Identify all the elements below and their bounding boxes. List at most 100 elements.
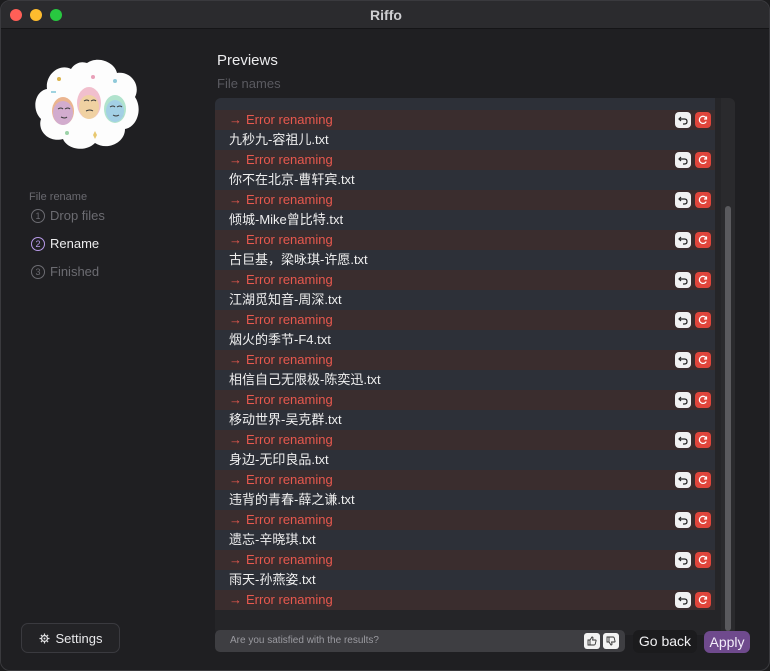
error-row: → Error renaming [215, 390, 715, 410]
arrow-right-icon: → [229, 272, 242, 287]
file-name-row: 遗忘-辛晓琪.txt [215, 530, 715, 550]
retry-icon[interactable] [695, 152, 711, 168]
error-text: Error renaming [246, 112, 333, 127]
undo-icon[interactable] [675, 432, 691, 448]
retry-icon[interactable] [695, 352, 711, 368]
file-name-row: 违背的青春-薛之谦.txt [215, 490, 715, 510]
arrow-right-icon: → [229, 552, 242, 567]
error-row: → Error renaming [215, 310, 715, 330]
retry-icon[interactable] [695, 512, 711, 528]
scrollbar[interactable] [721, 98, 735, 635]
arrow-right-icon: → [229, 232, 242, 247]
error-row: → Error renaming [215, 270, 715, 290]
retry-icon[interactable] [695, 312, 711, 328]
undo-icon[interactable] [675, 192, 691, 208]
retry-icon[interactable] [695, 192, 711, 208]
window-title: Riffo [370, 7, 402, 23]
arrow-right-icon: → [229, 112, 242, 127]
undo-icon[interactable] [675, 232, 691, 248]
error-text: Error renaming [246, 592, 333, 607]
error-text: Error renaming [246, 352, 333, 367]
undo-icon[interactable] [675, 592, 691, 608]
arrow-right-icon: → [229, 512, 242, 527]
undo-icon[interactable] [675, 312, 691, 328]
retry-icon[interactable] [695, 112, 711, 128]
preview-list-content: → Error renaming 九秒九-容祖儿.txt → Error renamin… [215, 98, 715, 610]
feedback-bar: Are you satisfied with the results? [215, 630, 625, 652]
undo-icon[interactable] [675, 152, 691, 168]
main-panel: Previews File names → Error renaming 九秒九-容… [201, 30, 769, 670]
thumbs-down-icon[interactable] [603, 633, 619, 649]
error-row: → Error renaming [215, 150, 715, 170]
go-back-button[interactable]: Go back [633, 630, 697, 653]
file-name-row: 你不在北京-曹轩宾.txt [215, 170, 715, 190]
step-label: Finished [50, 264, 100, 279]
retry-icon[interactable] [695, 552, 711, 568]
step-rename[interactable]: 2 Rename [31, 236, 99, 251]
retry-icon[interactable] [695, 392, 711, 408]
undo-icon[interactable] [675, 392, 691, 408]
error-text: Error renaming [246, 152, 333, 167]
step-drop-files[interactable]: 1 Drop files [31, 208, 105, 223]
error-text: Error renaming [246, 232, 333, 247]
app-logo [35, 59, 139, 149]
retry-icon[interactable] [695, 272, 711, 288]
step-number: 2 [31, 236, 45, 251]
undo-icon[interactable] [675, 352, 691, 368]
file-name-row: 九秒九-容祖儿.txt [215, 130, 715, 150]
step-finished[interactable]: 3 Finished [31, 264, 99, 279]
error-row: → Error renaming [215, 510, 715, 530]
undo-icon[interactable] [675, 472, 691, 488]
error-row: → Error renaming [215, 470, 715, 490]
error-text: Error renaming [246, 432, 333, 447]
undo-icon[interactable] [675, 112, 691, 128]
apply-button[interactable]: Apply [704, 631, 750, 653]
step-label: Drop files [50, 208, 105, 223]
error-row: → Error renaming [215, 550, 715, 570]
error-text: Error renaming [246, 552, 333, 567]
file-name-row: 倾城-Mike曾比特.txt [215, 210, 715, 230]
preview-list[interactable]: → Error renaming 九秒九-容祖儿.txt → Error renamin… [215, 98, 735, 635]
error-row: → Error renaming [215, 190, 715, 210]
arrow-right-icon: → [229, 312, 242, 327]
sidebar: File rename 1 Drop files 2 Rename 3 Fini… [1, 30, 201, 670]
error-text: Error renaming [246, 312, 333, 327]
retry-icon[interactable] [695, 592, 711, 608]
sidebar-section-title: File rename [29, 191, 88, 203]
app-window: Riffo File rename 1 Drop files 2 Rename [0, 0, 770, 671]
file-name-row: 烟火的季节-F4.txt [215, 330, 715, 350]
arrow-right-icon: → [229, 472, 242, 487]
file-name-row: 身边-无印良品.txt [215, 450, 715, 470]
scrollbar-thumb[interactable] [725, 206, 731, 631]
undo-icon[interactable] [675, 272, 691, 288]
feedback-prompt: Are you satisfied with the results? [230, 635, 379, 646]
arrow-right-icon: → [229, 192, 242, 207]
retry-icon[interactable] [695, 472, 711, 488]
file-row-clipped [215, 98, 715, 110]
thumbs-up-icon[interactable] [584, 633, 600, 649]
arrow-right-icon: → [229, 592, 242, 607]
undo-icon[interactable] [675, 512, 691, 528]
file-name-row: 雨天-孙燕姿.txt [215, 570, 715, 590]
error-text: Error renaming [246, 472, 333, 487]
step-number: 3 [31, 264, 45, 279]
settings-label: Settings [55, 630, 103, 646]
settings-button[interactable]: Settings [21, 623, 120, 653]
arrow-right-icon: → [229, 392, 242, 407]
file-name-row: 移动世界-吴克群.txt [215, 410, 715, 430]
undo-icon[interactable] [675, 552, 691, 568]
error-row: → Error renaming [215, 590, 715, 610]
error-row: → Error renaming [215, 230, 715, 250]
title-bar: Riffo [1, 1, 769, 29]
error-text: Error renaming [246, 392, 333, 407]
file-name-row: 江湖觅知音-周深.txt [215, 290, 715, 310]
file-name-row: 古巨基，梁咏琪-许愿.txt [215, 250, 715, 270]
retry-icon[interactable] [695, 432, 711, 448]
error-text: Error renaming [246, 192, 333, 207]
gear-icon [38, 632, 50, 644]
arrow-right-icon: → [229, 152, 242, 167]
page-title: Previews [217, 52, 278, 69]
error-text: Error renaming [246, 512, 333, 527]
step-number: 1 [31, 208, 45, 223]
retry-icon[interactable] [695, 232, 711, 248]
